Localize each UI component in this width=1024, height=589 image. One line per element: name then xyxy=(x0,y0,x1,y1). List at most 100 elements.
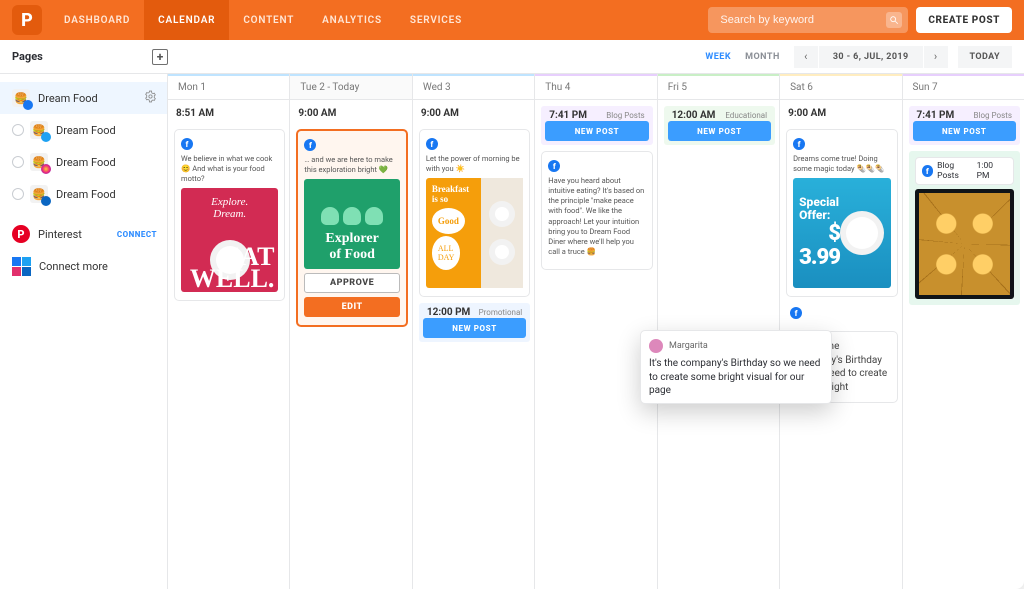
slot-tag: Blog Posts xyxy=(974,111,1012,120)
sidebar-item-label: Connect more xyxy=(39,260,108,273)
new-post-button[interactable]: NEW POST xyxy=(423,318,526,338)
facebook-icon: f xyxy=(426,138,438,150)
view-toggle: WEEK MONTH xyxy=(705,52,779,62)
pages-title: Pages xyxy=(12,50,43,63)
day-header: Mon 1 xyxy=(168,74,289,100)
post-image: Explorer of Food xyxy=(304,179,399,269)
twitter-icon: 🍔 xyxy=(30,121,48,139)
nav-tabs: DASHBOARD CALENDAR CONTENT ANALYTICS SER… xyxy=(50,0,476,40)
sidebar-item-dreamfood-ig[interactable]: 🍔 Dream Food xyxy=(0,146,167,178)
day-header: Sun 7 xyxy=(903,74,1024,100)
sidebar-item-label: Dream Food xyxy=(56,124,116,137)
sidebar-item-label: Dream Food xyxy=(38,92,98,105)
new-post-button[interactable]: NEW POST xyxy=(668,121,771,141)
search-icon[interactable] xyxy=(886,12,902,28)
slot-time: 7:41 PM xyxy=(549,110,587,121)
post-image xyxy=(915,189,1014,299)
nav-tab-calendar[interactable]: CALENDAR xyxy=(144,0,229,40)
note-text: It's the company's Birthday so we need t… xyxy=(649,357,823,398)
top-nav: P DASHBOARD CALENDAR CONTENT ANALYTICS S… xyxy=(0,0,1024,40)
approve-button[interactable]: APPROVE xyxy=(304,273,399,293)
facebook-icon: 🍔 xyxy=(12,89,30,107)
post-caption: Have you heard about intuitive eating? I… xyxy=(548,176,645,257)
scheduled-post-chip[interactable]: fBlog Posts 1:00 PM xyxy=(915,157,1014,185)
add-page-button[interactable]: + xyxy=(152,49,168,65)
day-column-tue: Tue 2 - Today 9:00 AM f … and we are her… xyxy=(290,74,412,589)
facebook-icon: f xyxy=(790,307,802,319)
radio-icon xyxy=(12,188,24,200)
post-time: 9:00 AM xyxy=(788,108,895,119)
slot-tag: Promotional xyxy=(479,308,523,317)
pinterest-icon: P xyxy=(12,225,30,243)
facebook-icon: f xyxy=(793,138,805,150)
nav-tab-services[interactable]: SERVICES xyxy=(396,0,476,40)
slot-time: 7:41 PM xyxy=(917,110,955,121)
sidebar-item-label: Pinterest xyxy=(38,228,82,241)
new-post-button[interactable]: NEW POST xyxy=(913,121,1016,141)
author-name: Margarita xyxy=(669,340,708,352)
post-card[interactable]: f Dreams come true! Doing some magic tod… xyxy=(786,129,897,297)
sidebar-item-connect-more[interactable]: Connect more xyxy=(0,250,167,282)
post-card-today[interactable]: f … and we are here to make this explora… xyxy=(296,129,407,327)
post-time: 9:00 AM xyxy=(298,108,405,119)
chip-time: 1:00 PM xyxy=(977,161,1007,181)
floating-note-card[interactable]: Margarita It's the company's Birthday so… xyxy=(640,330,832,404)
post-caption: We believe in what we cook 😊 And what is… xyxy=(181,154,278,184)
sidebar-item-dreamfood-li[interactable]: 🍔 Dream Food xyxy=(0,178,167,210)
toolbar: Pages + WEEK MONTH ‹ 30 - 6, JUL, 2019 ›… xyxy=(0,40,1024,74)
edit-button[interactable]: EDIT xyxy=(304,297,399,317)
today-button[interactable]: TODAY xyxy=(958,46,1012,68)
sidebar-item-label: Dream Food xyxy=(56,156,116,169)
day-column-mon: Mon 1 8:51 AM f We believe in what we co… xyxy=(168,74,290,589)
facebook-icon: f xyxy=(922,165,934,177)
day-column-wed: Wed 3 9:00 AM f Let the power of morning… xyxy=(413,74,535,589)
post-time: 8:51 AM xyxy=(176,108,283,119)
nav-tab-dashboard[interactable]: DASHBOARD xyxy=(50,0,144,40)
radio-icon xyxy=(12,124,24,136)
slot-tag: Blog Posts xyxy=(606,111,644,120)
sidebar: 🍔 Dream Food 🍔 Dream Food 🍔 Dream Food 🍔… xyxy=(0,74,168,589)
day-header: Sat 6 xyxy=(780,74,901,100)
slot-time: 12:00 AM xyxy=(672,110,716,121)
linkedin-icon: 🍔 xyxy=(30,185,48,203)
post-caption: Let the power of morning be with you ☀️ xyxy=(426,154,523,174)
prev-range-button[interactable]: ‹ xyxy=(794,46,818,68)
day-header: Thu 4 xyxy=(535,74,656,100)
nav-tab-content[interactable]: CONTENT xyxy=(229,0,308,40)
view-month-button[interactable]: MONTH xyxy=(745,52,780,62)
day-header: Tue 2 - Today xyxy=(290,74,411,100)
facebook-icon: f xyxy=(181,138,193,150)
gear-icon[interactable] xyxy=(144,90,157,106)
create-post-button[interactable]: CREATE POST xyxy=(916,7,1012,33)
post-image: Breakfast is so Good ALL DAY xyxy=(426,178,523,288)
post-card[interactable]: f We believe in what we cook 😊 And what … xyxy=(174,129,285,301)
post-caption: Dreams come true! Doing some magic today… xyxy=(793,154,890,174)
post-image: Special Offer: $ 3.99 xyxy=(793,178,890,288)
logo[interactable]: P xyxy=(12,5,42,35)
connect-button[interactable]: CONNECT xyxy=(117,230,157,239)
post-card[interactable]: f Let the power of morning be with you ☀… xyxy=(419,129,530,297)
view-week-button[interactable]: WEEK xyxy=(705,52,731,62)
date-range-label[interactable]: 30 - 6, JUL, 2019 xyxy=(818,46,924,68)
day-column-sun: Sun 7 7:41 PM Blog Posts NEW POST fBlog … xyxy=(903,74,1024,589)
sidebar-item-pinterest[interactable]: P Pinterest CONNECT xyxy=(0,218,167,250)
new-post-button[interactable]: NEW POST xyxy=(545,121,648,141)
day-header: Wed 3 xyxy=(413,74,534,100)
radio-icon xyxy=(12,156,24,168)
post-time: 9:00 AM xyxy=(421,108,528,119)
slot-tag: Educational xyxy=(725,111,767,120)
facebook-icon: f xyxy=(304,139,316,151)
search-input[interactable] xyxy=(718,13,882,27)
post-card[interactable]: f Have you heard about intuitive eating?… xyxy=(541,151,652,270)
sidebar-item-dreamfood-fb[interactable]: 🍔 Dream Food xyxy=(0,82,167,114)
search-input-wrap[interactable] xyxy=(708,7,908,33)
facebook-icon: f xyxy=(548,160,560,172)
next-range-button[interactable]: › xyxy=(924,46,948,68)
social-grid-icon xyxy=(12,257,31,276)
instagram-icon: 🍔 xyxy=(30,153,48,171)
day-column-thu: Thu 4 7:41 PM Blog Posts NEW POST f Have… xyxy=(535,74,657,589)
nav-tab-analytics[interactable]: ANALYTICS xyxy=(308,0,396,40)
sidebar-item-dreamfood-tw[interactable]: 🍔 Dream Food xyxy=(0,114,167,146)
author-avatar xyxy=(649,339,663,353)
slot-time: 12:00 PM xyxy=(427,307,470,318)
